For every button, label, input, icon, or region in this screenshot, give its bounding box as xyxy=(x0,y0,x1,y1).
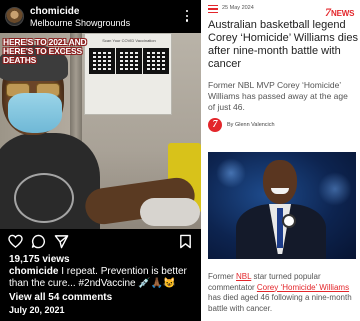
lapel-microphone xyxy=(282,214,296,228)
tie xyxy=(277,208,283,248)
author-logo-icon: 7 xyxy=(208,118,222,132)
hoodie-print xyxy=(14,173,74,223)
body-text: Former xyxy=(208,272,236,281)
article-body: Former NBL star turned popular commentat… xyxy=(208,272,358,314)
menu-icon[interactable] xyxy=(208,5,218,14)
qr-code-board: Scan Your COVID Vaccination xyxy=(84,33,172,115)
post-date: July 20, 2021 xyxy=(9,305,65,315)
article-photo[interactable] xyxy=(208,152,356,259)
more-icon[interactable] xyxy=(184,10,190,24)
heart-icon[interactable] xyxy=(8,234,23,249)
avatar[interactable] xyxy=(5,7,24,26)
face-mask xyxy=(8,93,62,133)
article-standfirst: Former NBL MVP Corey ‘Homicide’ Williams… xyxy=(208,80,348,112)
nbl-link[interactable]: NBL xyxy=(236,272,251,281)
post-actions xyxy=(0,231,201,251)
gloved-hand xyxy=(140,198,200,226)
article-headline: Australian basketball legend Corey ‘Homi… xyxy=(208,19,358,70)
caption-username[interactable]: chomicide xyxy=(9,266,58,277)
corey-williams-link[interactable]: Corey ‘Homicide’ Williams xyxy=(257,283,349,292)
body-text: has died aged 46 following a nine-month … xyxy=(208,293,352,313)
article-author[interactable]: By Glenn Valencich xyxy=(227,122,275,128)
instagram-post: chomicide Melbourne Showgrounds Scan You… xyxy=(0,0,201,321)
post-video[interactable]: Scan Your COVID Vaccination HERE'S TO 20… xyxy=(0,33,201,229)
board-title: Scan Your COVID Vaccination xyxy=(102,38,156,43)
site-logo[interactable]: 7NEWS xyxy=(325,3,354,18)
view-comments-link[interactable]: View all 54 comments xyxy=(9,292,112,303)
post-header: chomicide Melbourne Showgrounds xyxy=(0,0,201,33)
author-logo-text: 7 xyxy=(212,119,218,130)
stage-light xyxy=(216,158,246,188)
video-overlay-text: HERE'S TO 2021 AND HERE'S TO EXCESS DEAT… xyxy=(3,37,87,65)
qr-code xyxy=(89,48,115,74)
article-date: 25 May 2024 xyxy=(222,5,254,11)
logo-word: NEWS xyxy=(331,9,355,18)
stage-light xyxy=(318,172,352,206)
post-location[interactable]: Melbourne Showgrounds xyxy=(30,18,130,28)
qr-code xyxy=(143,48,169,74)
bookmark-icon[interactable] xyxy=(178,234,193,249)
post-caption: chomicide I repeat. Prevention is better… xyxy=(9,266,199,290)
view-count: 19,175 views xyxy=(9,254,70,265)
qr-code xyxy=(116,48,142,74)
person-head xyxy=(263,160,297,204)
news-article: 25 May 2024 7NEWS Australian basketball … xyxy=(201,0,360,321)
share-icon[interactable] xyxy=(54,234,69,249)
comment-icon[interactable] xyxy=(31,234,46,249)
post-username[interactable]: chomicide xyxy=(30,6,79,17)
